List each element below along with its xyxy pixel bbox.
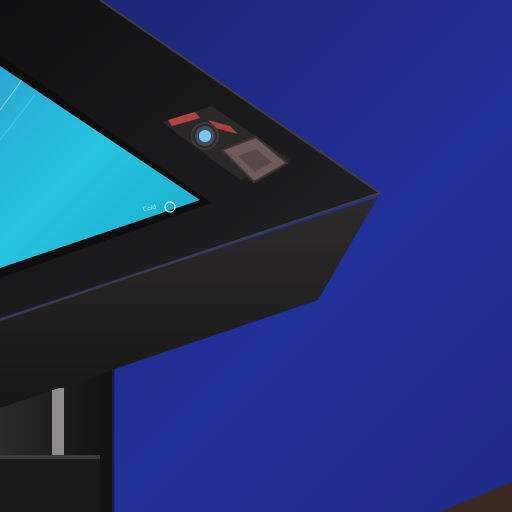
scene: Cold [0,0,512,512]
stand-pillar [52,388,64,460]
blue-power-glow [195,126,215,146]
stand-base [0,455,100,512]
stand-base-edge [0,455,100,459]
scene-graphic [0,0,512,512]
